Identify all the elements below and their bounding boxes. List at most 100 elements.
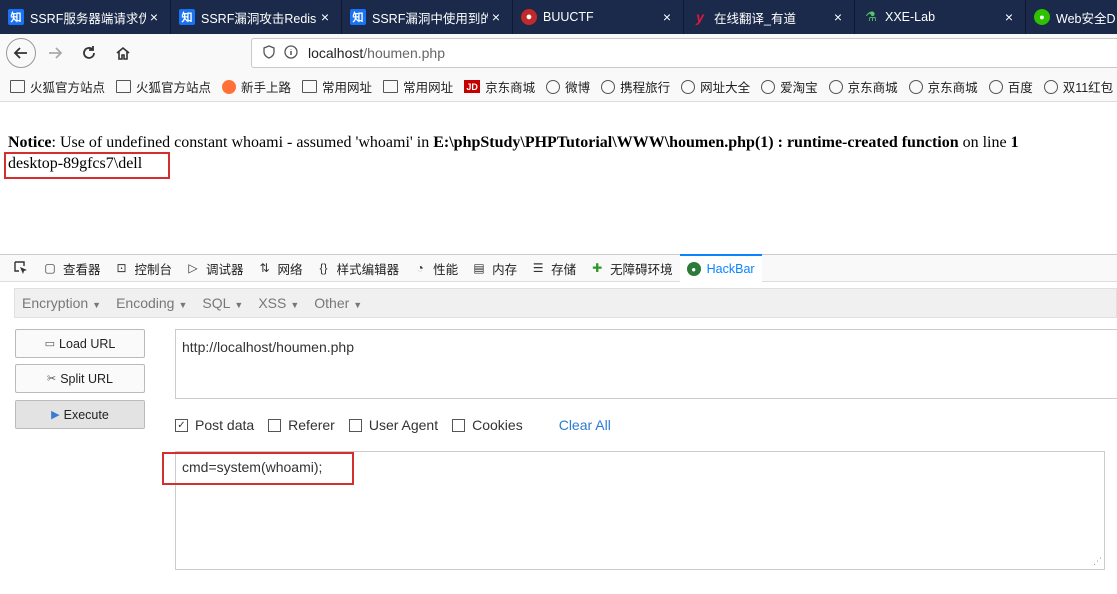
devtools-tabbar: ▢ 查看器 ⊡ 控制台 ▷ 调试器 ⇅ 网络 {} 样式编辑器 ◔ 性能 ▤ 内存 ☰ 存储 ✚…	[0, 254, 1117, 282]
bookmark-item[interactable]: JD 京东商城	[464, 77, 535, 96]
menu-xss[interactable]: XSS ▼	[251, 295, 307, 311]
cookies-checkbox[interactable]: Cookies	[452, 417, 523, 433]
element-picker-button[interactable]	[6, 254, 36, 282]
tab-strip: 知 SSRF服务器端请求伪 × 知 SSRF漏洞攻击Redis × 知 SSRF…	[0, 0, 1117, 34]
referer-checkbox[interactable]: Referer	[268, 417, 335, 433]
menu-other[interactable]: Other ▼	[307, 295, 370, 311]
browser-tab-2[interactable]: 知 SSRF漏洞攻击Redis ×	[171, 0, 342, 34]
bookmark-item[interactable]: 双11红包	[1043, 77, 1113, 96]
user-agent-checkbox[interactable]: User Agent	[348, 417, 438, 433]
caret-down-icon: ▼	[178, 300, 188, 310]
devtools-tab-style-editor[interactable]: {} 样式编辑器	[310, 254, 407, 282]
browser-tab-6[interactable]: ⚗ XXE-Lab ×	[855, 0, 1026, 34]
hackbar-icon: ●	[686, 262, 701, 276]
url-textarea[interactable]: http://localhost/houmen.php	[175, 329, 1117, 399]
caret-down-icon: ▼	[290, 300, 300, 310]
globe-icon	[988, 79, 1003, 94]
forward-button[interactable]	[40, 38, 70, 68]
close-icon[interactable]: ×	[488, 9, 504, 25]
info-icon[interactable]	[280, 44, 302, 62]
bookmark-item[interactable]: 京东商城	[908, 77, 978, 96]
tab-title: BUUCTF	[543, 10, 594, 24]
folder-icon	[383, 80, 399, 93]
hackbar-menubar: Encryption ▼ Encoding ▼ SQL ▼ XSS ▼ Other ▼	[14, 288, 1117, 318]
navigation-toolbar: localhost/houmen.php	[0, 34, 1117, 72]
bookmark-item[interactable]: 网址大全	[681, 77, 750, 96]
tab-title: XXE-Lab	[885, 10, 936, 24]
devtools-tab-accessibility[interactable]: ✚ 无障碍环境	[583, 254, 680, 282]
style-editor-icon: {}	[319, 261, 328, 275]
globe-icon	[681, 79, 696, 94]
load-icon: ▭	[44, 338, 56, 350]
close-icon[interactable]: ×	[1001, 9, 1017, 25]
home-icon	[116, 46, 130, 60]
globe-icon	[546, 79, 561, 94]
bookmark-folder[interactable]: 火狐官方站点	[10, 77, 105, 96]
browser-tab-4[interactable]: ● BUUCTF ×	[513, 0, 684, 34]
folder-icon	[302, 80, 318, 93]
url-bar[interactable]: localhost/houmen.php	[251, 38, 1117, 68]
highlight-box	[4, 152, 170, 179]
caret-down-icon: ▼	[353, 300, 363, 310]
devtools-tab-console[interactable]: ⊡ 控制台	[108, 254, 180, 282]
browser-tab-3[interactable]: 知 SSRF漏洞中使用到的 ×	[342, 0, 513, 34]
zhihu-icon: 知	[350, 9, 366, 25]
tab-title: 在线翻译_有道	[714, 11, 796, 26]
devtools-tab-debugger[interactable]: ▷ 调试器	[179, 254, 251, 282]
close-icon[interactable]: ×	[146, 9, 162, 25]
bookmark-folder[interactable]: 火狐官方站点	[116, 77, 211, 96]
globe-icon	[1043, 79, 1058, 94]
hackbar-panel: Encryption ▼ Encoding ▼ SQL ▼ XSS ▼ Other ▼ ▭…	[0, 282, 1117, 594]
devtools-tab-storage[interactable]: ☰ 存储	[524, 254, 583, 282]
menu-sql[interactable]: SQL ▼	[195, 295, 251, 311]
bookmark-item[interactable]: 百度	[988, 77, 1033, 96]
clear-all-link[interactable]: Clear All	[559, 417, 611, 433]
bookmark-item[interactable]: 微博	[546, 77, 590, 96]
menu-encoding[interactable]: Encoding ▼	[109, 295, 195, 311]
tab-title: SSRF漏洞攻击Redis	[201, 11, 317, 26]
browser-tab-1[interactable]: 知 SSRF服务器端请求伪 ×	[0, 0, 171, 34]
post-data-checkbox[interactable]: ✓ Post data	[175, 417, 254, 433]
bookmark-folder[interactable]: 常用网址	[383, 77, 453, 96]
bookmark-item[interactable]: 京东商城	[828, 77, 898, 96]
close-icon[interactable]: ×	[659, 9, 675, 25]
flask-icon: ⚗	[865, 9, 877, 24]
bookmarks-toolbar: 火狐官方站点 火狐官方站点 新手上路 常用网址 常用网址 JD 京东商城 微博 携…	[0, 72, 1117, 102]
bookmark-folder[interactable]: 常用网址	[302, 77, 372, 96]
devtools-tab-network[interactable]: ⇅ 网络	[251, 254, 310, 282]
load-url-button[interactable]: ▭ Load URL	[15, 329, 145, 358]
tab-title: SSRF服务器端请求伪	[30, 11, 146, 26]
bookmark-item[interactable]: 携程旅行	[601, 77, 670, 96]
scissors-icon: ✂	[46, 373, 57, 385]
page-content: Notice: Use of undefined constant whoami…	[0, 102, 1117, 254]
close-icon[interactable]: ×	[830, 9, 846, 25]
globe-icon	[828, 79, 843, 94]
back-button[interactable]	[6, 38, 36, 68]
devtools-tab-hackbar[interactable]: ● HackBar	[679, 254, 762, 282]
accessibility-icon: ✚	[592, 261, 603, 275]
options-row: ✓ Post data Referer User Agent Cookies Cl…	[175, 415, 611, 435]
reload-icon	[83, 46, 95, 59]
execute-button[interactable]: ▶ Execute	[15, 400, 145, 429]
shield-icon[interactable]	[258, 44, 280, 62]
tab-title: SSRF漏洞中使用到的	[372, 11, 488, 26]
menu-encryption[interactable]: Encryption ▼	[15, 295, 109, 311]
split-url-button[interactable]: ✂ Split URL	[15, 364, 145, 393]
memory-icon: ▤	[473, 261, 485, 275]
picker-icon	[14, 261, 27, 274]
browser-tab-7[interactable]: ● Web安全D	[1026, 0, 1117, 34]
wechat-icon: ●	[1034, 9, 1050, 25]
performance-icon: ◔	[416, 261, 424, 275]
reload-button[interactable]	[74, 38, 104, 68]
bookmark-item[interactable]: 爱淘宝	[761, 77, 818, 96]
devtools-tab-performance[interactable]: ◔ 性能	[406, 254, 465, 282]
devtools-tab-memory[interactable]: ▤ 内存	[465, 254, 524, 282]
bookmark-item[interactable]: 新手上路	[222, 77, 291, 96]
home-button[interactable]	[108, 38, 138, 68]
buuctf-icon: ●	[521, 9, 537, 25]
resize-grip-icon[interactable]: ⋰	[1093, 556, 1102, 567]
tab-title: Web安全D	[1056, 11, 1116, 26]
browser-tab-5[interactable]: y 在线翻译_有道 ×	[684, 0, 855, 34]
devtools-tab-inspector[interactable]: ▢ 查看器	[36, 254, 108, 282]
close-icon[interactable]: ×	[317, 9, 333, 25]
